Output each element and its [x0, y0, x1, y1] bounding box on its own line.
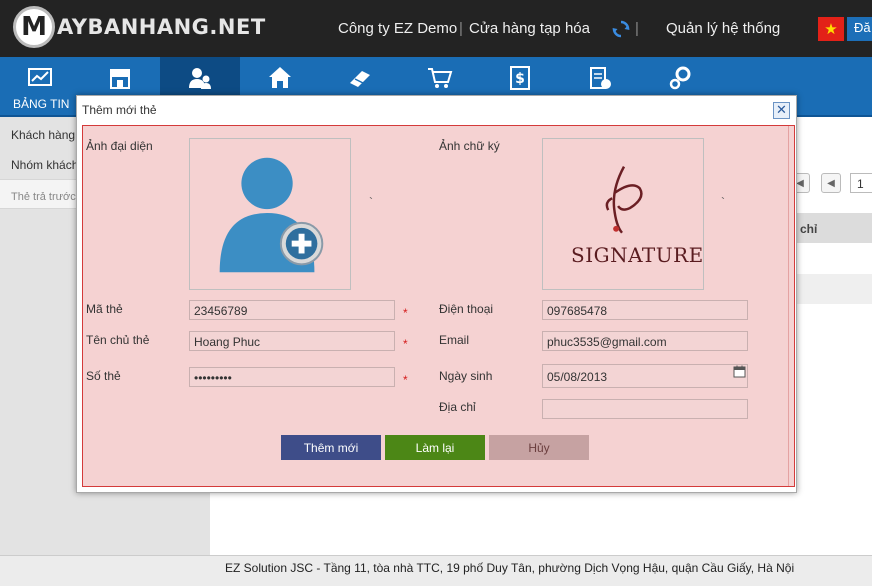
logo-letter: M: [21, 12, 47, 42]
dashboard-icon: [28, 68, 52, 86]
modal-title: Thêm mới thẻ: [82, 103, 157, 117]
email-input[interactable]: phuc3535@gmail.com: [542, 331, 748, 351]
required-mark: *: [403, 306, 408, 320]
card-number-input[interactable]: •••••••••: [189, 367, 395, 387]
dob-label: Ngày sinh: [439, 369, 493, 383]
card-code-label: Mã thẻ: [86, 302, 123, 316]
add-button[interactable]: Thêm mới: [281, 435, 381, 460]
header-separator: |: [459, 20, 463, 37]
signature-marker: `: [721, 195, 725, 209]
nav-dashboard-label[interactable]: BẢNG TIN: [13, 97, 69, 111]
login-button[interactable]: Đă: [847, 17, 872, 41]
holder-label: Tên chủ thẻ: [86, 333, 150, 347]
logo[interactable]: M AYBANHANG.NET: [13, 6, 266, 48]
reset-button[interactable]: Làm lại: [385, 435, 485, 460]
logo-text: AYBANHANG.NET: [57, 15, 266, 39]
settings-icon: [669, 66, 691, 90]
avatar-upload[interactable]: [189, 138, 351, 290]
store-link[interactable]: Cửa hàng tạp hóa: [469, 20, 590, 37]
cancel-button[interactable]: Hủy: [489, 435, 589, 460]
money-icon: $: [510, 66, 530, 90]
pager-prev-button[interactable]: ◀: [821, 173, 841, 193]
address-input[interactable]: [542, 399, 748, 419]
home-icon: [269, 67, 291, 88]
phone-input[interactable]: 097685478: [542, 300, 748, 320]
cart-icon: [428, 68, 453, 88]
report-icon: [590, 67, 611, 89]
page-number-input[interactable]: 1: [850, 173, 872, 193]
customers-icon: [189, 68, 211, 89]
footer-text: EZ Solution JSC - Tầng 11, tòa nhà TTC, …: [225, 561, 795, 575]
avatar-label: Ảnh đại diện: [86, 139, 153, 153]
signature-label: Ảnh chữ ký: [439, 139, 500, 153]
close-icon[interactable]: ✕: [773, 102, 790, 119]
email-label: Email: [439, 333, 470, 347]
signature-upload[interactable]: SIGNATURE: [542, 138, 704, 290]
address-label: Địa chỉ: [439, 400, 476, 414]
card-code-input[interactable]: 23456789: [189, 300, 395, 320]
header-separator-2: |: [635, 20, 639, 37]
add-user-icon: [219, 157, 324, 273]
store-icon: [110, 69, 130, 89]
phone-label: Điện thoại: [439, 302, 494, 316]
svg-text:$: $: [515, 71, 525, 87]
calendar-icon[interactable]: [733, 365, 746, 378]
logo-badge: M: [13, 6, 55, 48]
dob-input[interactable]: 05/08/2013: [542, 364, 748, 388]
admin-link[interactable]: Quản lý hệ thống: [666, 20, 780, 37]
form-scroll-edge: [788, 126, 789, 486]
sync-icon[interactable]: [612, 20, 630, 38]
company-link[interactable]: Công ty EZ Demo: [338, 20, 457, 37]
holder-input[interactable]: Hoang Phuc: [189, 331, 395, 351]
vietnam-flag-icon[interactable]: ★: [818, 17, 844, 41]
avatar-marker: `: [369, 195, 373, 209]
required-mark: *: [403, 337, 408, 351]
required-mark: *: [403, 373, 408, 387]
products-icon: [350, 71, 370, 87]
card-number-label: Số thẻ: [86, 369, 121, 383]
signature-text: SIGNATURE: [571, 243, 704, 267]
